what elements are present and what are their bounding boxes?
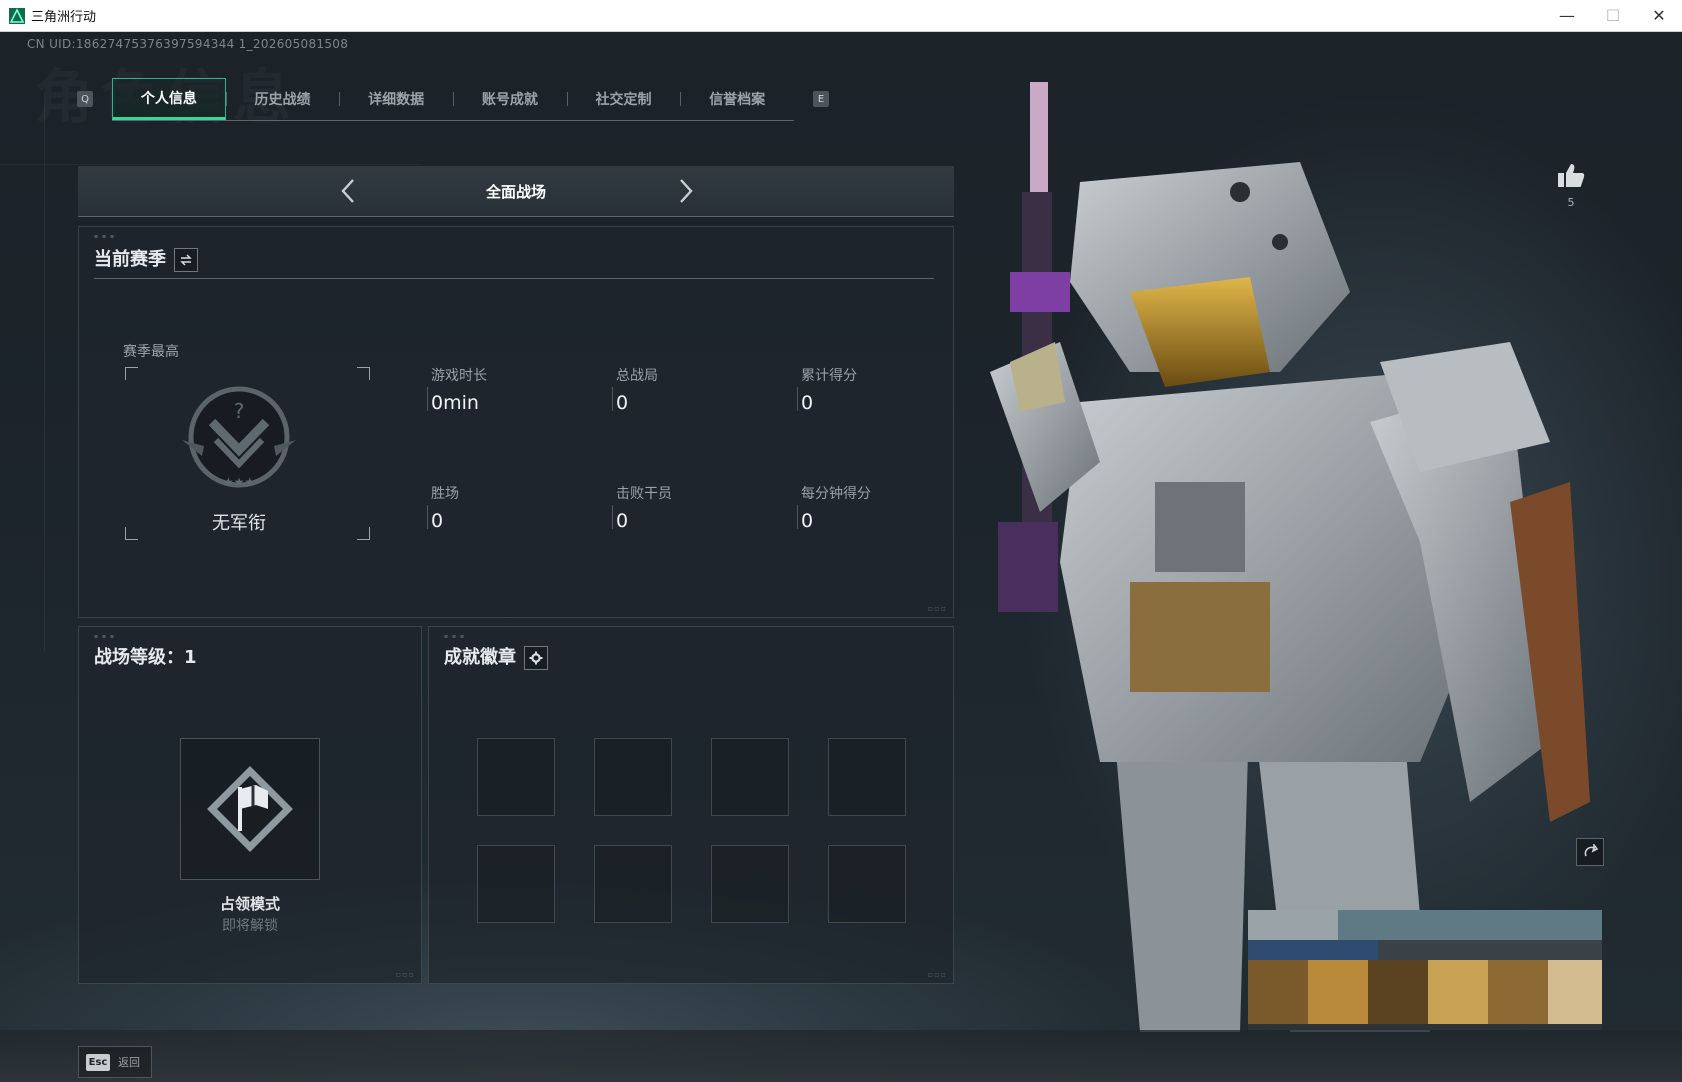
stat-operators-defeated: 击败干员 0	[612, 483, 672, 532]
svg-text:★★★: ★★★	[223, 475, 255, 489]
stat-label: 游戏时长	[431, 368, 487, 384]
tab-achievements[interactable]: 账号成就	[453, 78, 567, 120]
chevron-left-icon[interactable]	[334, 176, 364, 206]
level-title: 战场等级：1	[94, 647, 197, 668]
mode-selector: 全面战场	[78, 166, 954, 217]
stat-value: 0	[431, 510, 444, 532]
game-viewport: 角色信息 CN UID:18627475376397594344 1_20260…	[0, 32, 1682, 1082]
stat-value: 0	[616, 510, 629, 532]
achievement-badge-panel: ▪ ▪ ▪ 成就徽章 ▫▫▫	[428, 626, 954, 984]
badge-title-text: 成就徽章	[444, 647, 516, 668]
stat-label: 每分钟得分	[801, 486, 871, 502]
badge-slot[interactable]	[711, 845, 789, 923]
frame-corner	[357, 367, 370, 380]
mode-card[interactable]	[180, 738, 320, 880]
stat-label: 累计得分	[801, 368, 857, 384]
battlefield-level-panel: ▪ ▪ ▪ 战场等级：1 占领模式 即将解锁 ▫▫▫	[78, 626, 422, 984]
like-widget[interactable]: 5	[1555, 162, 1587, 209]
window-title: 三角洲行动	[31, 10, 97, 25]
panel-deco: ▫▫▫	[927, 970, 947, 979]
swap-icon[interactable]	[174, 248, 198, 272]
mode-name: 占领模式	[219, 895, 280, 913]
badge-slot[interactable]	[594, 738, 672, 816]
tab-detailed-data[interactable]: 详细数据	[339, 78, 453, 120]
badge-slot[interactable]	[594, 845, 672, 923]
like-count: 5	[1567, 196, 1575, 209]
stat-value: 0min	[431, 392, 479, 414]
close-button[interactable]: ✕	[1636, 0, 1682, 31]
gear-icon[interactable]	[524, 646, 548, 670]
flag-diamond-icon	[207, 766, 293, 852]
tab-personal-info[interactable]: 个人信息	[112, 78, 226, 120]
mode-status: 即将解锁	[222, 918, 278, 934]
stat-label: 击败干员	[616, 486, 672, 502]
back-button[interactable]: Esc 返回	[78, 1046, 152, 1078]
minimize-button[interactable]: —	[1544, 0, 1590, 31]
tab-next-key-hint[interactable]: E	[813, 91, 829, 107]
back-label: 返回	[118, 1056, 140, 1069]
operator-character-image	[990, 82, 1590, 1032]
badge-slot[interactable]	[828, 845, 906, 923]
stat-play-time: 游戏时长 0min	[427, 365, 487, 414]
season-title-text: 当前赛季	[94, 249, 166, 270]
badge-slot[interactable]	[477, 845, 555, 923]
stat-total-score: 累计得分 0	[797, 365, 857, 414]
thumbs-up-icon[interactable]	[1557, 162, 1585, 188]
window-titlebar: 三角洲行动 — ☐ ✕	[0, 0, 1682, 32]
stat-score-per-minute: 每分钟得分 0	[797, 483, 871, 532]
stat-value: 0	[801, 392, 814, 414]
divider	[94, 278, 934, 279]
maximize-button[interactable]: ☐	[1590, 0, 1636, 31]
bg-grid-line	[0, 164, 420, 165]
current-season-panel: ▪ ▪ ▪ 当前赛季 赛季最高 ? ★★★ 无军衔 游戏时长 0min 总战局	[78, 226, 954, 618]
stat-label: 胜场	[431, 486, 459, 502]
frame-corner	[357, 527, 370, 540]
svg-text:?: ?	[234, 399, 245, 423]
app-logo-icon	[9, 7, 25, 24]
rotate-icon	[1584, 844, 1598, 857]
panel-deco: ▫▫▫	[927, 604, 947, 613]
chevron-right-icon[interactable]	[670, 176, 700, 206]
season-best-label: 赛季最高	[123, 344, 179, 360]
mode-title: 全面战场	[485, 182, 546, 201]
badge-slot[interactable]	[828, 738, 906, 816]
badge-slot[interactable]	[477, 738, 555, 816]
tab-social-custom[interactable]: 社交定制	[566, 78, 681, 120]
panel-deco: ▪ ▪ ▪	[444, 633, 466, 640]
stat-value: 0	[616, 392, 629, 414]
tab-match-history[interactable]: 历史战绩	[225, 78, 340, 120]
obscured-name-card	[1248, 910, 1602, 1030]
rotate-view-button[interactable]	[1576, 838, 1604, 866]
stat-total-matches: 总战局 0	[612, 365, 658, 414]
stat-wins: 胜场 0	[427, 483, 459, 532]
season-panel-title: 当前赛季	[94, 245, 198, 272]
tab-credit-record[interactable]: 信誉档案	[680, 78, 794, 120]
bg-grid-line	[44, 92, 45, 652]
bottom-bar: Esc 返回	[0, 1030, 1682, 1082]
tab-bar: 个人信息 历史战绩 详细数据 账号成就 社交定制 信誉档案	[112, 78, 794, 121]
panel-deco: ▪ ▪ ▪	[94, 633, 116, 640]
uid-text: CN UID:18627475376397594344 1_2026050815…	[27, 37, 349, 51]
stat-label: 总战局	[616, 368, 658, 384]
rank-emblem-icon: ? ★★★	[182, 386, 296, 489]
panel-deco: ▪ ▪ ▪	[94, 233, 116, 240]
badge-panel-title: 成就徽章	[444, 643, 548, 670]
frame-corner	[125, 367, 138, 380]
tab-prev-key-hint[interactable]: Q	[77, 91, 93, 107]
badge-slot[interactable]	[711, 738, 789, 816]
esc-key-hint: Esc	[86, 1053, 110, 1071]
stat-value: 0	[801, 510, 814, 532]
rank-name: 无军衔	[212, 513, 266, 534]
panel-deco: ▫▫▫	[395, 970, 415, 979]
